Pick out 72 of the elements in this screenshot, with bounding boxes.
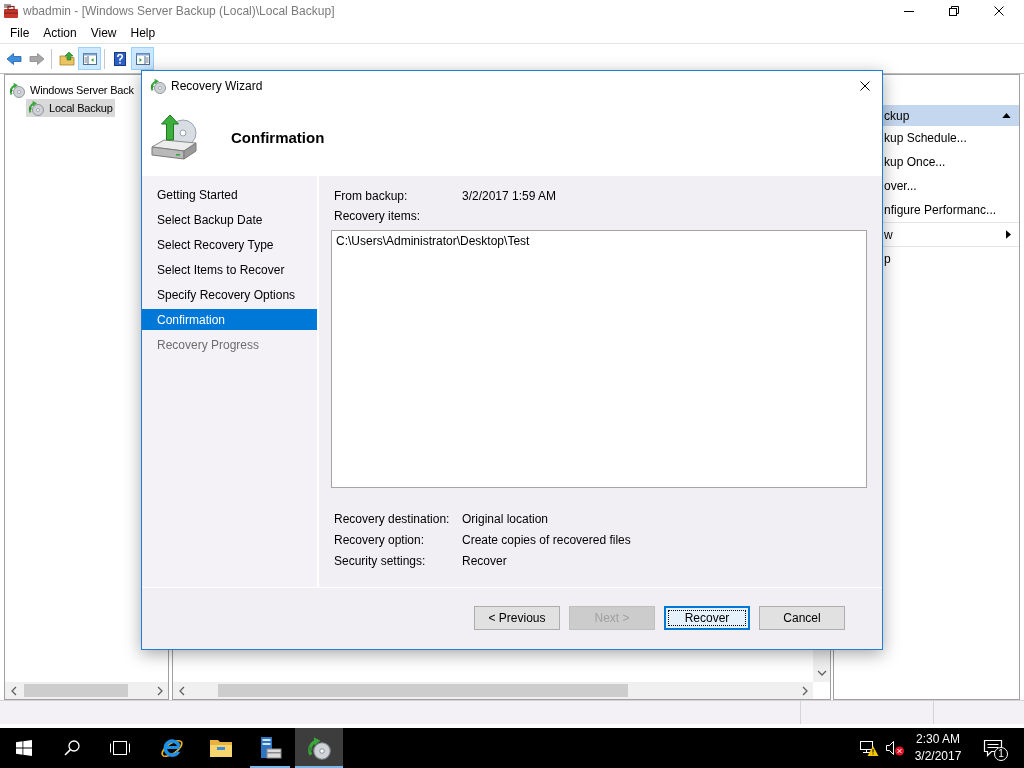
restore-icon xyxy=(948,6,959,16)
field-label: Recovery option: xyxy=(334,531,426,549)
wizard-step: Confirmation xyxy=(142,309,317,330)
drive-disc-arrow-icon xyxy=(150,113,200,163)
wizard-step: Select Recovery Type xyxy=(142,234,317,255)
close-icon xyxy=(993,6,1004,16)
app-icon xyxy=(3,3,19,19)
task-view-icon xyxy=(109,740,131,756)
chevron-right-icon[interactable] xyxy=(156,685,163,696)
chevron-left-icon[interactable] xyxy=(10,685,17,696)
field-value: Original location xyxy=(462,510,549,528)
field-value: Recover xyxy=(462,552,507,570)
wizard-step: Select Items to Recover xyxy=(142,259,317,280)
search-icon xyxy=(64,740,80,756)
windows-logo-icon xyxy=(16,740,32,756)
right-pane-icon xyxy=(134,50,151,67)
menu-item[interactable]: File xyxy=(3,22,37,43)
menu-item[interactable]: Action xyxy=(36,22,84,43)
tree-item[interactable]: Local Backup xyxy=(26,99,115,117)
recovery-items-list[interactable]: C:\Users\Administrator\Desktop\Test xyxy=(331,230,867,488)
field-value: Create copies of recovered files xyxy=(462,531,631,549)
show-action-pane-button[interactable] xyxy=(131,47,154,70)
horizontal-scrollbar[interactable] xyxy=(173,682,813,699)
close-icon xyxy=(860,80,870,91)
arrow-left-icon xyxy=(5,50,22,67)
show-console-tree-button[interactable] xyxy=(78,47,101,70)
scrollbar-thumb[interactable] xyxy=(218,684,628,697)
disc-arrows-icon xyxy=(150,77,166,94)
list-item[interactable]: C:\Users\Administrator\Desktop\Test xyxy=(336,233,530,249)
taskbar-app-button[interactable] xyxy=(295,728,343,768)
scrollbar-thumb[interactable] xyxy=(24,684,128,697)
disc-arrows-icon xyxy=(307,736,331,760)
folder-arrow-icon xyxy=(58,50,75,67)
submenu-triangle-icon[interactable] xyxy=(1006,230,1011,239)
wizard-step: Recovery Progress xyxy=(142,334,317,355)
browser-e-icon xyxy=(160,736,184,760)
chevron-right-icon[interactable] xyxy=(801,685,808,696)
server-toolbox-icon xyxy=(258,736,282,760)
wizard-step: Getting Started xyxy=(142,184,317,205)
left-pane-icon xyxy=(81,50,98,67)
window-title: wbadmin - [Windows Server Backup (Local)\Local Backup] xyxy=(23,3,335,20)
arrow-right-icon xyxy=(28,50,45,67)
dialog-title: Recovery Wizard xyxy=(171,77,263,95)
minimize-icon xyxy=(903,10,914,12)
clock-date[interactable]: 3/2/2017 xyxy=(914,748,962,765)
field-label: Recovery destination: xyxy=(334,510,451,528)
menu-item[interactable]: View xyxy=(83,22,124,43)
wizard-heading: Confirmation xyxy=(231,127,325,148)
notification-icon[interactable] xyxy=(983,739,1003,757)
disc-arrows-icon xyxy=(28,100,44,116)
network-warning-icon[interactable] xyxy=(859,739,879,757)
chevron-left-icon[interactable] xyxy=(178,685,185,696)
help-icon xyxy=(111,50,128,67)
menu-item[interactable]: Help xyxy=(123,22,163,43)
wizard-step: Select Backup Date xyxy=(142,209,317,230)
tree-item[interactable]: Windows Server Back xyxy=(7,81,136,99)
disc-arrows-icon xyxy=(9,82,25,98)
collapse-triangle-icon[interactable] xyxy=(1002,113,1011,118)
cancel-button[interactable]: Cancel xyxy=(759,606,845,630)
clock-time[interactable]: 2:30 AM xyxy=(916,731,960,748)
folder-icon xyxy=(209,738,233,758)
recover-button[interactable]: Recover xyxy=(664,606,750,630)
previous-button[interactable]: < Previous xyxy=(474,606,560,630)
field-value: 3/2/2017 1:59 AM xyxy=(462,188,557,205)
wizard-step: Specify Recovery Options xyxy=(142,284,317,305)
field-label: From backup: xyxy=(334,188,409,205)
chevron-down-icon[interactable] xyxy=(816,670,827,676)
field-label: Recovery items: xyxy=(334,208,422,225)
horizontal-scrollbar[interactable] xyxy=(5,682,168,699)
speaker-muted-icon[interactable] xyxy=(885,739,905,757)
notification-count-badge: 1 xyxy=(994,747,1008,761)
field-label: Security settings: xyxy=(334,552,427,570)
